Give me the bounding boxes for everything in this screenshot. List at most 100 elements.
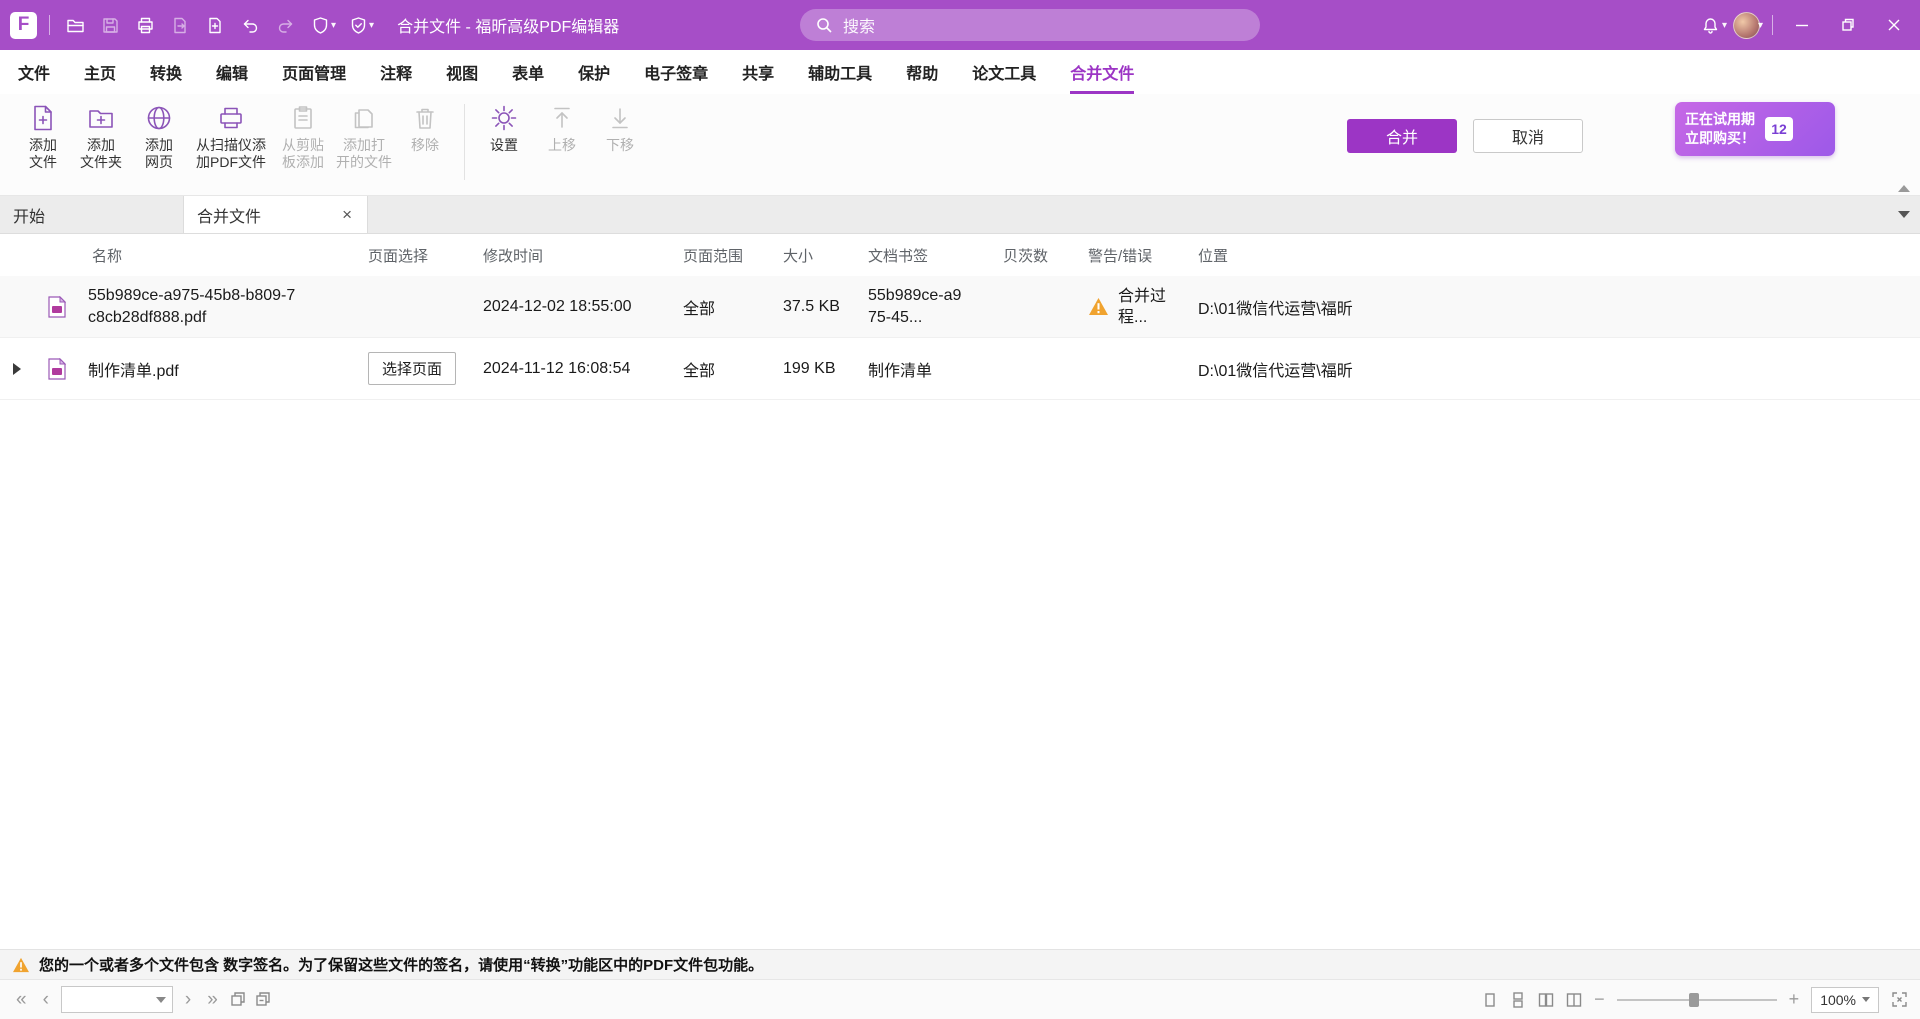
menu-paper-tools[interactable]: 论文工具 [972, 50, 1036, 94]
menu-home[interactable]: 主页 [84, 50, 116, 94]
zoom-slider-thumb[interactable] [1689, 993, 1699, 1007]
column-size[interactable]: 大小 [775, 245, 860, 266]
button-label: 设置 [490, 137, 518, 154]
create-pdf-icon[interactable] [202, 10, 228, 40]
fullscreen-icon[interactable] [1891, 991, 1908, 1008]
cancel-button[interactable]: 取消 [1473, 119, 1583, 153]
open-file-icon[interactable] [62, 10, 88, 40]
add-from-clipboard-button[interactable]: 从剪贴板添加 [274, 102, 332, 173]
scanner-icon [217, 104, 245, 132]
add-folder-icon [87, 104, 115, 132]
foxit-logo-icon: F [10, 12, 37, 39]
account-menu[interactable]: ▾ [1733, 12, 1763, 39]
add-open-files-button[interactable]: 添加打开的文件 [332, 102, 396, 173]
button-label: 移除 [411, 137, 439, 154]
move-up-button[interactable]: 上移 [533, 102, 591, 156]
shield-check-icon [345, 10, 371, 40]
save-icon[interactable] [97, 10, 123, 40]
redo-icon[interactable] [272, 10, 298, 40]
menu-file[interactable]: 文件 [18, 50, 50, 94]
file-size: 199 KB [775, 352, 860, 386]
two-page-view-icon[interactable] [1538, 992, 1554, 1008]
collapse-ribbon-icon[interactable] [1898, 185, 1910, 192]
menu-accessibility[interactable]: 辅助工具 [808, 50, 872, 94]
table-row[interactable]: 55b989ce-a975-45b8-b809-7c8cb28df888.pdf… [0, 276, 1920, 338]
column-page-select[interactable]: 页面选择 [360, 245, 475, 266]
button-label: 添加打 [336, 137, 392, 154]
add-folder-button[interactable]: 添加文件夹 [72, 102, 130, 173]
warning-cell [1080, 361, 1190, 377]
ribbon-toolbar: 添加文件 添加文件夹 添加网页 从扫描仪添加PDF文件 从剪贴板添加 [0, 94, 1920, 196]
menu-edit[interactable]: 编辑 [216, 50, 248, 94]
snapshot-icon[interactable] [230, 991, 247, 1008]
table-row[interactable]: 制作清单.pdf 选择页面 2024-11-12 16:08:54 全部 199… [0, 338, 1920, 400]
search-input[interactable]: 搜索 [800, 9, 1260, 41]
protect-mode-icon [307, 10, 333, 40]
export-file-icon[interactable] [167, 10, 193, 40]
tab-start[interactable]: 开始 [0, 196, 184, 233]
first-page-button[interactable]: « [12, 990, 31, 1009]
column-modified[interactable]: 修改时间 [475, 245, 675, 266]
menu-view[interactable]: 视图 [446, 50, 478, 94]
modified-time: 2024-12-02 18:55:00 [475, 290, 675, 324]
button-label: 从剪贴 [282, 137, 324, 154]
menu-convert[interactable]: 转换 [150, 50, 182, 94]
menu-comment[interactable]: 注释 [380, 50, 412, 94]
tab-merge-files[interactable]: 合并文件 × [184, 196, 368, 233]
button-label: 添加 [145, 137, 173, 154]
column-bookmark[interactable]: 文档书签 [860, 245, 995, 266]
close-button[interactable] [1874, 8, 1914, 42]
tab-list-dropdown-icon[interactable] [1898, 211, 1910, 218]
menu-share[interactable]: 共享 [742, 50, 774, 94]
menu-esign[interactable]: 电子签章 [644, 50, 708, 94]
menu-protect[interactable]: 保护 [578, 50, 610, 94]
zoom-level-control[interactable]: 100% [1811, 987, 1879, 1013]
trial-banner[interactable]: 正在试用期 立即购买！ 12 [1675, 102, 1835, 156]
menu-merge-files[interactable]: 合并文件 [1070, 50, 1134, 94]
column-page-range[interactable]: 页面范围 [675, 245, 775, 266]
column-name[interactable]: 名称 [80, 245, 360, 266]
minimize-button[interactable] [1782, 8, 1822, 42]
zoom-slider[interactable] [1617, 999, 1777, 1001]
page-number-input[interactable] [62, 987, 150, 1012]
column-location[interactable]: 位置 [1190, 245, 1920, 266]
table-header: 名称 页面选择 修改时间 页面范围 大小 文档书签 贝茨数 警告/错误 位置 [0, 234, 1920, 276]
add-files-button[interactable]: 添加文件 [14, 102, 72, 173]
remove-button[interactable]: 移除 [396, 102, 454, 156]
next-page-button[interactable]: › [181, 990, 195, 1009]
print-icon[interactable] [132, 10, 158, 40]
tab-close-icon[interactable]: × [340, 206, 354, 223]
trust-status-menu[interactable]: ▾ [345, 10, 374, 40]
button-label: 添加 [80, 137, 122, 154]
last-page-button[interactable]: » [203, 990, 222, 1009]
merge-button[interactable]: 合并 [1347, 119, 1457, 153]
file-location: D:\01微信代运营\福昕 [1190, 287, 1920, 327]
add-from-scanner-button[interactable]: 从扫描仪添加PDF文件 [188, 102, 274, 173]
tab-label: 合并文件 [197, 203, 261, 227]
page-number-field[interactable] [61, 986, 173, 1013]
zoom-level-value: 100% [1820, 992, 1856, 1008]
expand-row-icon [13, 363, 21, 375]
protect-mode-menu[interactable]: ▾ [307, 10, 336, 40]
undo-icon[interactable] [237, 10, 263, 40]
menu-form[interactable]: 表单 [512, 50, 544, 94]
previous-page-button[interactable]: ‹ [39, 990, 53, 1009]
continuous-view-icon[interactable] [1510, 992, 1526, 1008]
restore-button[interactable] [1828, 8, 1868, 42]
select-pages-button[interactable]: 选择页面 [368, 352, 456, 385]
column-warning[interactable]: 警告/错误 [1080, 245, 1190, 266]
menu-page-management[interactable]: 页面管理 [282, 50, 346, 94]
move-down-button[interactable]: 下移 [591, 102, 649, 156]
settings-button[interactable]: 设置 [475, 102, 533, 156]
menu-help[interactable]: 帮助 [906, 50, 938, 94]
zoom-out-button[interactable]: − [1594, 989, 1605, 1010]
book-view-icon[interactable] [1566, 992, 1582, 1008]
add-webpage-button[interactable]: 添加网页 [130, 102, 188, 173]
single-page-view-icon[interactable] [1482, 992, 1498, 1008]
notifications-menu[interactable]: ▾ [1698, 10, 1727, 40]
row-expander-cell[interactable] [0, 363, 34, 375]
column-bates[interactable]: 贝茨数 [995, 245, 1080, 266]
button-label: 文件夹 [80, 154, 122, 171]
zoom-in-button[interactable]: + [1789, 989, 1800, 1010]
clipboard-copy-icon[interactable] [255, 991, 272, 1008]
